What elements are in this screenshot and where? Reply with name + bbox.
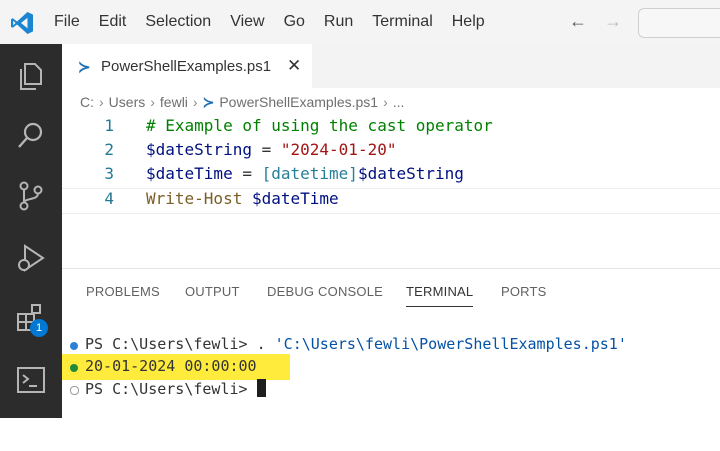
- command-success-dot-icon[interactable]: [70, 342, 78, 350]
- vscode-logo-icon: [11, 12, 33, 34]
- line-number: 1: [104, 116, 114, 135]
- panel-divider: [62, 268, 720, 269]
- menu-bar: File Edit Selection View Go Run Terminal…: [54, 0, 504, 44]
- terminal-output: 20-01-2024 00:00:00: [85, 357, 257, 375]
- tab-powershell-examples[interactable]: ≻ PowerShellExamples.ps1 ✕: [62, 44, 312, 90]
- code-text: # Example of using the cast operator: [146, 116, 493, 135]
- powershell-file-icon: ≻: [78, 59, 91, 76]
- code-token: Write-Host: [146, 189, 243, 208]
- search-icon[interactable]: [13, 118, 49, 154]
- terminal-cursor: [256, 379, 266, 397]
- code-token: $dateTime: [146, 164, 233, 183]
- title-bar: File Edit Selection View Go Run Terminal…: [0, 0, 720, 44]
- chevron-right-icon: ›: [99, 94, 104, 110]
- terminal-line: PS C:\Users\fewli>: [62, 379, 266, 401]
- breadcrumb-file[interactable]: PowerShellExamples.ps1: [219, 94, 378, 110]
- tab-ports[interactable]: PORTS: [501, 284, 547, 299]
- terminal-script-path: 'C:\Users\fewli\PowerShellExamples.ps1': [274, 335, 627, 353]
- menu-terminal[interactable]: Terminal: [372, 13, 432, 31]
- code-line: 1 # Example of using the cast operator: [62, 116, 720, 140]
- code-line-current: 4 Write-Host $dateTime: [62, 188, 720, 214]
- breadcrumb-drive[interactable]: C:: [80, 94, 94, 110]
- chevron-right-icon: ›: [192, 94, 198, 110]
- editor-tab-bar: ≻ PowerShellExamples.ps1 ✕: [62, 44, 720, 90]
- code-line: 3 $dateTime = [datetime]$dateString: [62, 164, 720, 188]
- tab-debug-console[interactable]: DEBUG CONSOLE: [267, 284, 383, 299]
- menu-run[interactable]: Run: [324, 13, 353, 31]
- tab-filename: PowerShellExamples.ps1: [101, 58, 272, 75]
- terminal-line: PS C:\Users\fewli> . 'C:\Users\fewli\Pow…: [62, 335, 627, 357]
- menu-view[interactable]: View: [230, 13, 264, 31]
- menu-file[interactable]: File: [54, 13, 80, 31]
- breadcrumb-user-folder[interactable]: fewli: [160, 94, 188, 110]
- code-token: $dateString: [357, 164, 464, 183]
- line-number: 4: [104, 189, 114, 208]
- extensions-badge: 1: [30, 319, 48, 337]
- breadcrumb-users[interactable]: Users: [109, 94, 146, 110]
- terminal-panel-icon[interactable]: [13, 362, 49, 398]
- tab-output[interactable]: OUTPUT: [185, 284, 240, 299]
- run-debug-icon[interactable]: [13, 240, 49, 276]
- breadcrumb-more[interactable]: ...: [393, 94, 405, 110]
- command-success-dot-icon[interactable]: [70, 364, 78, 372]
- chevron-right-icon: ›: [150, 94, 155, 110]
- menu-go[interactable]: Go: [284, 13, 305, 31]
- line-number: 3: [104, 164, 114, 183]
- line-number: 2: [104, 140, 114, 159]
- code-editor[interactable]: 1 # Example of using the cast operator 2…: [62, 116, 720, 266]
- code-text: $dateTime = [datetime]$dateString: [146, 164, 464, 183]
- code-token: =: [251, 140, 281, 159]
- menu-edit[interactable]: Edit: [99, 13, 127, 31]
- tab-terminal[interactable]: TERMINAL: [406, 284, 474, 307]
- code-token: =: [232, 164, 262, 183]
- breadcrumb: C: › Users › fewli › ≻ PowerShellExamples.ps1 ›.…: [80, 94, 404, 114]
- chevron-right-icon: ›: [383, 94, 388, 110]
- terminal-prompt: PS C:\Users\fewli>: [85, 380, 257, 398]
- command-center-search[interactable]: [638, 8, 720, 38]
- code-line: 2 $dateString = "2024-01-20": [62, 140, 720, 164]
- code-token: [datetime]: [261, 164, 358, 183]
- forward-arrow-icon[interactable]: →: [604, 11, 622, 32]
- close-icon[interactable]: ✕: [287, 56, 301, 76]
- code-token: # Example of using the cast operator: [146, 116, 493, 135]
- code-text: $dateString = "2024-01-20": [146, 140, 396, 159]
- menu-selection[interactable]: Selection: [145, 13, 211, 31]
- powershell-file-icon: ≻: [202, 94, 215, 110]
- code-token: $dateString: [146, 140, 252, 159]
- source-control-icon[interactable]: [13, 178, 49, 214]
- terminal-line: 20-01-2024 00:00:00: [62, 357, 257, 379]
- activity-bar: 1: [0, 44, 62, 418]
- back-arrow-icon[interactable]: ←: [569, 11, 587, 32]
- code-token: "2024-01-20": [280, 140, 397, 159]
- code-text: Write-Host $dateTime: [146, 189, 339, 208]
- code-token: $dateTime: [251, 189, 339, 208]
- tab-problems[interactable]: PROBLEMS: [86, 284, 160, 299]
- explorer-icon[interactable]: [13, 58, 49, 94]
- command-pending-dot-icon: [70, 386, 79, 395]
- terminal-command: .: [256, 335, 275, 353]
- terminal-prompt: PS C:\Users\fewli>: [85, 335, 257, 353]
- menu-help[interactable]: Help: [452, 13, 485, 31]
